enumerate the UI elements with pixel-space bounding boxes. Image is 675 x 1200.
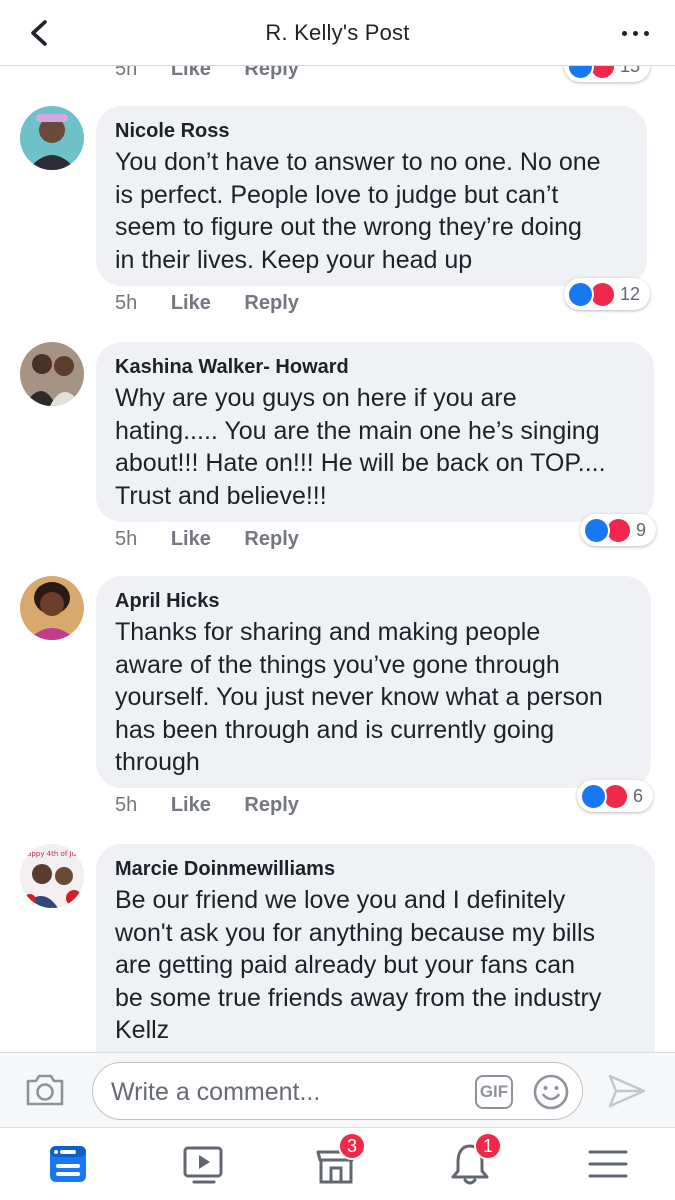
avatar-photo-icon: Happy 4th of July [20, 844, 84, 908]
more-dots-icon [622, 31, 627, 36]
tab-watch[interactable] [180, 1140, 228, 1188]
watch-icon [183, 1146, 223, 1184]
page-title: R. Kelly's Post [265, 20, 410, 45]
like-button[interactable]: Like [171, 66, 211, 81]
avatar-photo-icon [20, 342, 84, 406]
comment-composer: GIF [0, 1052, 675, 1128]
like-reaction-icon [583, 516, 610, 544]
comment-input[interactable] [111, 1075, 451, 1109]
notification-badge: 1 [474, 1132, 503, 1160]
reactions-badge[interactable]: 6 [577, 780, 654, 812]
comment-bubble[interactable]: Marcie Doinmewilliams Be our friend we l… [96, 844, 655, 1052]
comment-actions: 5h Like Reply [115, 794, 299, 817]
like-button[interactable]: Like [171, 794, 211, 817]
comment-actions: 5h Like Reply [115, 292, 299, 315]
like-reaction-icon [567, 280, 594, 308]
avatar[interactable]: Happy 4th of July [20, 844, 84, 908]
reply-button[interactable]: Reply [244, 292, 298, 315]
reaction-count: 6 [633, 785, 644, 806]
reactions-badge[interactable]: 12 [564, 278, 651, 310]
avatar-caption: Happy 4th of July [22, 850, 82, 858]
notification-badge: 3 [338, 1132, 367, 1160]
avatar[interactable] [20, 342, 84, 406]
reaction-count: 15 [620, 66, 640, 77]
camera-icon [26, 1074, 64, 1106]
comment-time: 5h [115, 794, 138, 816]
comment-actions-partial: 5h Like Reply [115, 66, 299, 81]
avatar-photo-icon [20, 576, 84, 640]
comment-text: Be our friend we love you and I definite… [115, 886, 602, 1044]
reaction-count: 12 [620, 283, 641, 304]
reply-button[interactable]: Reply [244, 528, 298, 551]
comment-time: 5h [115, 292, 138, 314]
tab-marketplace[interactable]: 3 [312, 1132, 367, 1188]
send-icon [608, 1074, 646, 1108]
comment-author[interactable]: Nicole Ross [115, 118, 627, 144]
like-button[interactable]: Like [171, 292, 211, 315]
bottom-tab-bar: 3 1 [0, 1128, 675, 1200]
app-screen: R. Kelly's Post 5h Like Reply 15 [0, 0, 675, 1200]
camera-button[interactable] [24, 1071, 66, 1109]
comment-text: You don’t have to answer to no one. No o… [115, 148, 601, 274]
reaction-count: 9 [636, 519, 647, 540]
comment-bubble[interactable]: Nicole Ross You don’t have to answer to … [96, 106, 647, 286]
like-button[interactable]: Like [171, 528, 211, 551]
smiley-icon [533, 1074, 569, 1110]
news-feed-icon [50, 1146, 86, 1182]
like-reaction-icon [567, 66, 594, 80]
comments-feed[interactable]: 5h Like Reply 15 Nicole Ross You don’t h… [0, 66, 675, 1052]
comment-actions: 5h Like Reply [115, 528, 299, 551]
comment-text: Thanks for sharing and making people awa… [115, 618, 603, 776]
comment-text: Why are you guys on here if you are hati… [115, 384, 606, 510]
more-options-button[interactable] [619, 20, 653, 46]
avatar[interactable] [20, 576, 84, 640]
reply-button[interactable]: Reply [244, 794, 298, 817]
comment-author[interactable]: Marcie Doinmewilliams [115, 856, 635, 882]
send-button[interactable] [606, 1073, 648, 1109]
tab-news-feed[interactable] [44, 1140, 92, 1188]
gif-button[interactable]: GIF [475, 1075, 513, 1109]
like-reaction-icon [580, 782, 607, 810]
reactions-badge[interactable]: 9 [580, 514, 657, 546]
reactions-badge[interactable]: 15 [564, 66, 651, 82]
comment-time: 5h [115, 528, 138, 550]
comment-bubble[interactable]: April Hicks Thanks for sharing and makin… [96, 576, 651, 788]
emoji-button[interactable] [532, 1073, 570, 1111]
tab-menu[interactable] [584, 1140, 632, 1188]
tab-notifications[interactable]: 1 [446, 1132, 503, 1188]
comment-author[interactable]: Kashina Walker- Howard [115, 354, 634, 380]
comment-bubble[interactable]: Kashina Walker- Howard Why are you guys … [96, 342, 654, 522]
top-bar: R. Kelly's Post [0, 0, 675, 66]
comment-author[interactable]: April Hicks [115, 588, 631, 614]
avatar-photo-icon [20, 106, 84, 170]
comment-input-box[interactable]: GIF [92, 1062, 583, 1120]
reply-button[interactable]: Reply [244, 66, 298, 81]
comment-time: 5h [115, 66, 138, 80]
menu-icon [588, 1150, 628, 1178]
avatar[interactable] [20, 106, 84, 170]
